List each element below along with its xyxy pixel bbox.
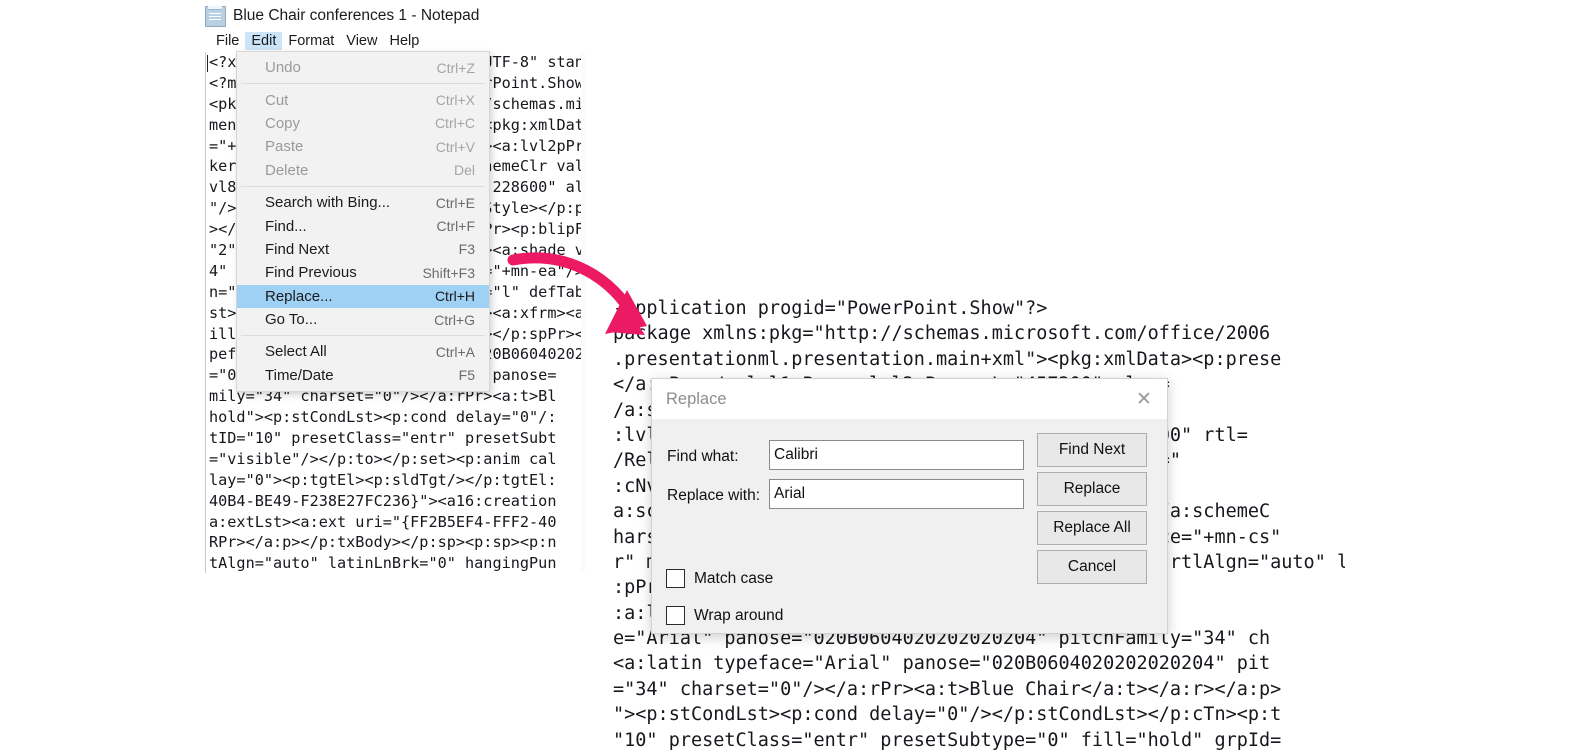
- menu-item-file[interactable]: File: [210, 32, 245, 50]
- menu-entry-shortcut: Ctrl+C: [434, 115, 475, 132]
- match-case-checkbox[interactable]: Match case: [666, 569, 773, 588]
- menu-entry-selectall[interactable]: Select All Ctrl+A: [237, 340, 489, 363]
- dialog-titlebar: Replace ✕: [652, 379, 1167, 419]
- text-line: "10" presetClass="entr" presetSubtype="0…: [613, 729, 1282, 751]
- replace-button[interactable]: Replace: [1037, 472, 1147, 506]
- menu-entry-label: Delete: [265, 161, 309, 179]
- window-title: Blue Chair conferences 1 - Notepad: [233, 7, 480, 24]
- menu-entry-shortcut: Ctrl+H: [434, 288, 475, 305]
- menu-entry-searchwithbing[interactable]: Search with Bing... Ctrl+E: [237, 191, 489, 214]
- menu-entry-label: Find Next: [265, 240, 330, 258]
- menu-separator: [241, 83, 485, 85]
- menu-entry-find[interactable]: Find... Ctrl+F: [237, 214, 489, 237]
- text-line: ="34" charset="0"/></a:rPr><a:t>Blue Cha…: [613, 678, 1282, 700]
- menu-entry-label: Find...: [265, 217, 307, 235]
- menu-entry-shortcut: Del: [453, 162, 475, 179]
- text-line: hold"><p:stCondLst><p:cond delay="0"/:: [209, 408, 557, 427]
- find-what-input[interactable]: [769, 440, 1024, 470]
- text-line: .presentationml.presentation.main+xml"><…: [613, 348, 1282, 370]
- text-line: package xmlns:pkg="http://schemas.micros…: [613, 323, 1271, 345]
- text-line: <a:latin typeface="Arial" panose="020B06…: [613, 653, 1271, 675]
- text-line: ="visible"/></p:to></p:set><p:anim cal: [209, 449, 557, 468]
- notepad-icon: [205, 5, 226, 27]
- menu-entry-goto[interactable]: Go To... Ctrl+G: [237, 308, 489, 331]
- menu-entry-undo: Undo Ctrl+Z: [237, 56, 489, 79]
- menu-entry-findnext[interactable]: Find Next F3: [237, 238, 489, 261]
- menu-entry-shortcut: F3: [458, 241, 475, 258]
- checkbox-box[interactable]: [666, 569, 685, 588]
- menu-entry-timedate[interactable]: Time/Date F5: [237, 364, 489, 387]
- menu-separator: [241, 185, 485, 187]
- text-caret: [207, 55, 208, 72]
- menu-entry-label: Go To...: [265, 311, 318, 329]
- menubar[interactable]: File Edit Format View Help: [210, 31, 425, 51]
- checkbox-box[interactable]: [666, 606, 685, 625]
- menu-entry-label: Find Previous: [265, 264, 357, 282]
- close-icon[interactable]: ✕: [1121, 379, 1167, 419]
- menu-item-view[interactable]: View: [340, 32, 383, 50]
- menu-entry-label: Paste: [265, 138, 304, 156]
- dialog-title: Replace: [666, 389, 727, 408]
- menu-entry-shortcut: Ctrl+V: [435, 138, 475, 155]
- menu-entry-shortcut: Ctrl+X: [435, 92, 475, 109]
- cancel-button[interactable]: Cancel: [1037, 550, 1147, 584]
- menu-item-edit[interactable]: Edit: [245, 32, 283, 50]
- text-line: 40B4-BE49-F238E27FC236}"><a16:creation: [209, 491, 557, 510]
- replace-with-label: Replace with:: [667, 487, 761, 504]
- edit-menu-dropdown[interactable]: Undo Ctrl+Z Cut Ctrl+X Copy Ctrl+C Paste Ctrl+V…: [236, 51, 490, 393]
- match-case-label: Match case: [694, 569, 774, 587]
- menu-entry-shortcut: Shift+F3: [422, 264, 475, 281]
- find-next-button[interactable]: Find Next: [1037, 433, 1147, 467]
- notepad-titlebar: Blue Chair conferences 1 - Notepad: [205, 2, 585, 30]
- menu-entry-label: Undo: [265, 59, 301, 77]
- wrap-around-label: Wrap around: [694, 606, 784, 624]
- menu-entry-label: Select All: [265, 343, 327, 361]
- menu-entry-label: Copy: [265, 114, 301, 132]
- menu-entry-replace[interactable]: Replace... Ctrl+H: [237, 284, 489, 308]
- text-line: tAlgn="auto" latinLnBrk="0" hangingPun: [209, 554, 557, 573]
- menu-entry-shortcut: Ctrl+G: [434, 311, 475, 328]
- menu-entry-shortcut: Ctrl+E: [435, 194, 475, 211]
- menu-entry-shortcut: F5: [458, 367, 475, 384]
- replace-all-button[interactable]: Replace All: [1037, 511, 1147, 545]
- menu-entry-delete: Delete Del: [237, 159, 489, 182]
- replace-with-input[interactable]: [769, 479, 1024, 509]
- menu-entry-label: Replace...: [265, 287, 333, 305]
- replace-dialog: Replace ✕ Find what: Replace with: Find …: [651, 378, 1168, 634]
- text-line: "><p:stCondLst><p:cond delay="0"/></p:st…: [613, 704, 1282, 726]
- menu-entry-shortcut: Ctrl+A: [435, 343, 475, 360]
- wrap-around-checkbox[interactable]: Wrap around: [666, 606, 783, 625]
- menu-entry-label: Time/Date: [265, 366, 334, 384]
- menu-entry-label: Cut: [265, 91, 289, 109]
- menu-entry-shortcut: Ctrl+Z: [436, 59, 476, 76]
- menu-item-format[interactable]: Format: [282, 32, 340, 50]
- text-line: RPr></a:p></p:txBody></p:sp><p:sp><p:n: [209, 533, 557, 552]
- menu-entry-paste: Paste Ctrl+V: [237, 135, 489, 158]
- menu-entry-cut: Cut Ctrl+X: [237, 88, 489, 111]
- menu-item-help[interactable]: Help: [383, 32, 425, 50]
- menu-entry-findprevious[interactable]: Find Previous Shift+F3: [237, 261, 489, 284]
- vertical-scrollbar[interactable]: [581, 52, 585, 573]
- text-line: -application progid="PowerPoint.Show"?>: [613, 298, 1048, 319]
- text-line: tID="10" presetClass="entr" presetSubt: [209, 429, 557, 448]
- text-line: lay="0"><p:tgtEl><p:sldTgt/></p:tgtEl:: [209, 470, 557, 489]
- menu-entry-copy: Copy Ctrl+C: [237, 112, 489, 135]
- dialog-body: Find what: Replace with: Find Next Repla…: [652, 419, 1167, 635]
- menu-entry-shortcut: Ctrl+F: [436, 218, 476, 235]
- menu-entry-label: Search with Bing...: [265, 194, 391, 212]
- find-what-label: Find what:: [667, 448, 739, 465]
- text-line: a:extLst><a:ext uri="{FF2B5EF4-FFF2-40: [209, 512, 557, 531]
- menu-separator: [241, 335, 485, 337]
